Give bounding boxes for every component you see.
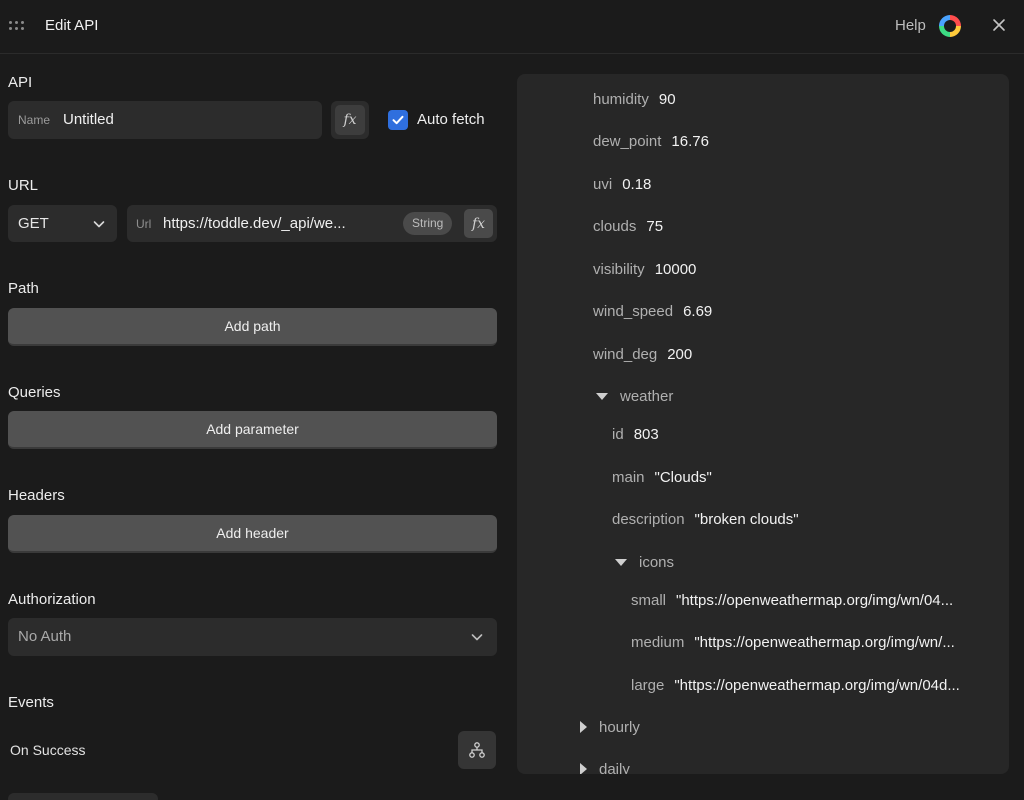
checkmark-icon (392, 115, 404, 125)
page-title: Edit API (45, 17, 99, 34)
response-row: dew_point 16.76 (593, 133, 709, 150)
response-row: medium "https://openweathermap.org/img/wn… (631, 634, 955, 651)
chevron-down-icon (471, 634, 483, 641)
response-row: main "Clouds" (612, 469, 712, 486)
url-field-label: Url (136, 217, 152, 231)
response-row: clouds 75 (593, 218, 664, 235)
caret-right-icon[interactable] (580, 721, 587, 734)
response-row: large "https://openweathermap.org/img/wn/… (631, 677, 960, 694)
caret-right-icon[interactable] (580, 763, 587, 774)
hourly-node[interactable]: hourly (580, 719, 640, 736)
response-row: wind_speed 6.69 (593, 303, 713, 320)
caret-down-icon[interactable] (596, 392, 608, 400)
help-logo-icon[interactable] (939, 15, 961, 37)
name-field-value[interactable]: Untitled (63, 111, 114, 128)
type-badge[interactable]: String (403, 212, 453, 235)
queries-section-label: Queries (8, 384, 61, 401)
name-field[interactable]: Name Untitled (8, 101, 322, 139)
workflow-button[interactable] (458, 731, 496, 769)
add-path-button[interactable]: Add path (8, 308, 497, 346)
add-header-button[interactable]: Add header (8, 515, 497, 553)
on-success-label: On Success (10, 742, 86, 758)
auto-fetch-label[interactable]: Auto fetch (417, 111, 485, 128)
response-row: humidity 90 (593, 91, 676, 108)
workflow-tree-icon (469, 742, 485, 758)
method-select[interactable]: GET (8, 205, 117, 242)
chevron-down-icon (93, 221, 105, 228)
authorization-value: No Auth (18, 628, 72, 645)
name-field-label: Name (18, 113, 51, 127)
help-link[interactable]: Help (895, 17, 926, 34)
response-row: wind_deg 200 (593, 346, 693, 363)
title-bar: Edit API Help (0, 0, 1024, 54)
icons-node[interactable]: icons (615, 554, 674, 571)
headers-section-label: Headers (8, 487, 65, 504)
method-value: GET (18, 215, 49, 232)
url-section-label: URL (8, 177, 39, 194)
url-field[interactable]: Url https://toddle.dev/_api/we... String… (127, 205, 497, 242)
api-section-label: API (8, 74, 33, 91)
auto-fetch-checkbox[interactable] (388, 110, 408, 130)
close-icon[interactable] (990, 16, 1008, 34)
response-row: description "broken clouds" (612, 511, 799, 528)
url-formula-button[interactable]: fx (464, 209, 493, 238)
response-row: small "https://openweathermap.org/img/wn/… (631, 592, 954, 609)
response-preview-panel[interactable]: humidity 90 dew_point 16.76 uvi 0.18 clouds… (517, 74, 1009, 774)
weather-node[interactable]: weather (596, 388, 673, 405)
name-formula-button[interactable]: fx (335, 105, 365, 135)
authorization-select[interactable]: No Auth (8, 618, 497, 656)
daily-node[interactable]: daily (580, 761, 630, 774)
name-formula-button-wrap: fx (331, 101, 369, 139)
add-parameter-button[interactable]: Add parameter (8, 411, 497, 449)
response-row: uvi 0.18 (593, 176, 652, 193)
response-row: visibility 10000 (593, 261, 697, 278)
url-field-value[interactable]: https://toddle.dev/_api/we... (163, 215, 373, 232)
drag-handle-icon[interactable] (9, 21, 25, 31)
response-row: id 803 (612, 426, 659, 443)
authorization-section-label: Authorization (8, 591, 96, 608)
add-event-button[interactable] (8, 793, 158, 800)
caret-down-icon[interactable] (615, 558, 627, 566)
events-section-label: Events (8, 694, 54, 711)
path-section-label: Path (8, 280, 39, 297)
